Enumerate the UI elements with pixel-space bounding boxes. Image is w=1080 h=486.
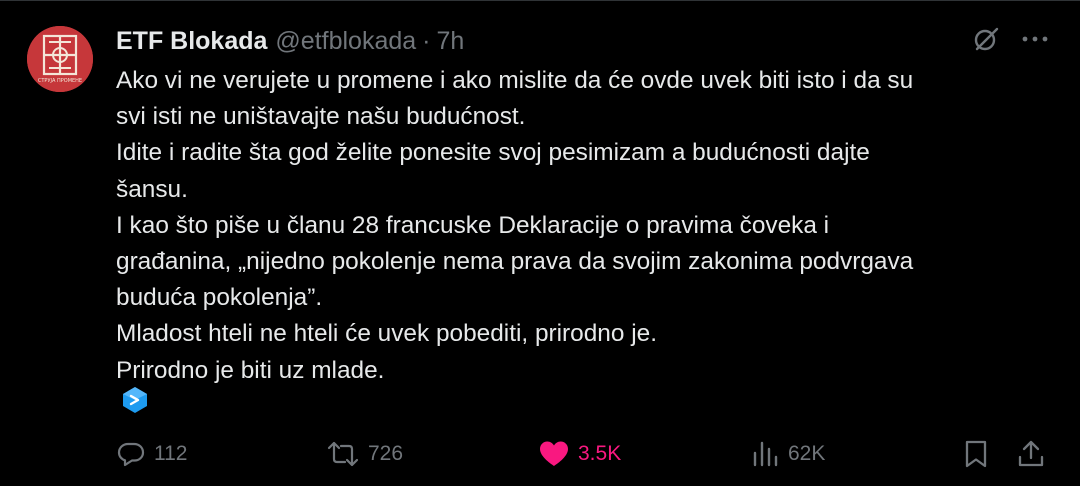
tweet-action-bar: 112 726 3.5K 62K [0,436,1080,472]
heart-icon [540,441,568,466]
tweet-text: Ako vi ne verujete u promene i ako misli… [116,63,1056,389]
tweet-card[interactable]: СТРУЈА ПРОМЕНЕ ETF Blokada @etfblokada ·… [0,0,1080,486]
tweet-text-line: Idite i radite šta god želite ponesite s… [116,139,870,167]
like-button[interactable]: 3.5K [538,436,621,472]
tweet-text-line: Ako vi ne verujete u promene i ako misli… [116,67,914,94]
bookmark-icon [965,440,987,468]
reply-count: 112 [154,442,188,465]
reply-icon [117,442,145,467]
user-handle[interactable]: @etfblokada [275,27,416,56]
bookmark-button[interactable] [962,436,990,472]
translate-badge-icon[interactable] [122,386,148,414]
reply-button[interactable]: 112 [116,436,187,472]
share-button[interactable] [1016,436,1046,472]
share-icon [1018,440,1044,467]
avatar-caption: СТРУЈА ПРОМЕНЕ [38,78,82,84]
views-count: 62K [788,442,826,465]
separator-dot: · [422,26,431,55]
more-icon[interactable] [1022,34,1048,44]
repost-button[interactable]: 726 [326,436,403,472]
repost-icon [327,441,359,467]
timestamp[interactable]: 7h [437,27,465,56]
views-button[interactable]: 62K [750,436,825,472]
avatar-logo-icon: СТРУЈА ПРОМЕНЕ [27,26,93,92]
tweet-text-line: svi isti ne uništavajte našu budućnost. [116,103,526,131]
avatar[interactable]: СТРУЈА ПРОМЕНЕ [27,26,93,92]
tweet-text-line: Prirodno je biti uz mlade. [116,356,385,384]
tweet-text-line: buduća pokolenja”. [116,284,323,312]
tweet-text-line: građanina, „nijedno pokolenje nema prava… [116,248,914,276]
tweet-text-line: Mladost hteli ne hteli će uvek pobediti,… [116,320,657,348]
tweet-header: ETF Blokada @etfblokada · 7h [116,25,464,57]
like-count: 3.5K [578,442,622,465]
display-name[interactable]: ETF Blokada [116,27,267,56]
repost-count: 726 [368,442,404,465]
views-icon [753,441,778,467]
tweet-top-actions [972,25,1048,53]
tweet-text-line: I kao što piše u članu 28 francuske Dekl… [116,211,830,239]
tweet-text-line: šansu. [116,175,188,203]
grok-icon[interactable] [972,25,1000,53]
